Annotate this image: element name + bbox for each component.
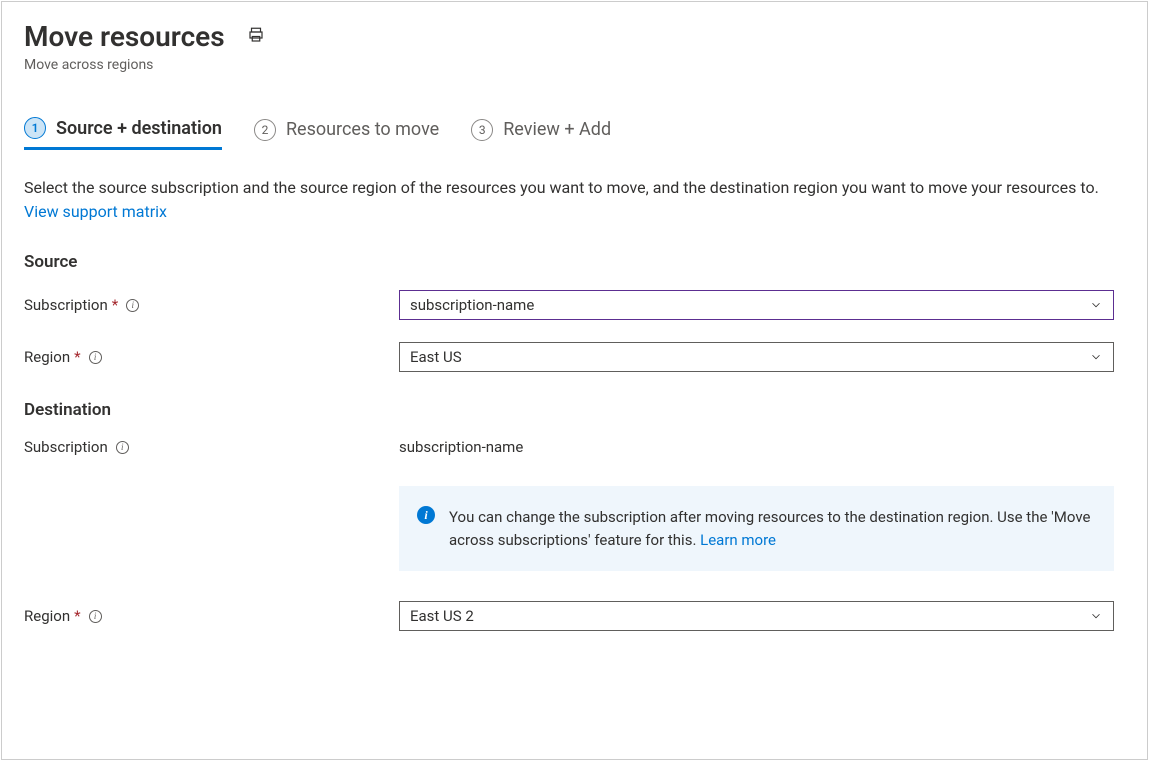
page-subtitle: Move across regions bbox=[24, 57, 1125, 73]
info-icon[interactable]: i bbox=[89, 351, 102, 364]
dropdown-value: East US 2 bbox=[410, 607, 474, 625]
tab-resources-to-move[interactable]: 2 Resources to move bbox=[254, 117, 439, 150]
label-text: Subscription bbox=[24, 438, 108, 456]
instruction-body: Select the source subscription and the s… bbox=[24, 178, 1099, 197]
tab-label: Source + destination bbox=[56, 118, 222, 139]
learn-more-link[interactable]: Learn more bbox=[700, 531, 776, 549]
label-text: Region bbox=[24, 607, 70, 625]
required-asterisk: * bbox=[74, 348, 80, 366]
view-support-matrix-link[interactable]: View support matrix bbox=[24, 202, 167, 221]
destination-heading: Destination bbox=[24, 400, 1125, 420]
move-resources-panel: Move resources Move across regions 1 Sou… bbox=[1, 1, 1148, 760]
tab-label: Resources to move bbox=[286, 119, 439, 140]
instruction-text: Select the source subscription and the s… bbox=[24, 176, 1114, 224]
page-title: Move resources bbox=[24, 20, 225, 53]
chevron-down-icon bbox=[1089, 298, 1103, 312]
title-row: Move resources bbox=[24, 20, 1125, 53]
info-circle-icon: i bbox=[417, 506, 435, 524]
source-subscription-row: Subscription * i subscription-name bbox=[24, 290, 1125, 320]
chevron-down-icon bbox=[1089, 609, 1103, 623]
source-region-row: Region * i East US bbox=[24, 342, 1125, 372]
destination-subscription-row: Subscription i subscription-name bbox=[24, 438, 1125, 456]
info-icon[interactable]: i bbox=[126, 299, 139, 312]
label-text: Region bbox=[24, 348, 70, 366]
field-label: Subscription * i bbox=[24, 296, 399, 314]
field-label: Subscription i bbox=[24, 438, 399, 456]
source-subscription-dropdown[interactable]: subscription-name bbox=[399, 290, 1114, 320]
dropdown-value: East US bbox=[410, 348, 462, 366]
required-asterisk: * bbox=[74, 607, 80, 625]
field-label: Region * i bbox=[24, 607, 399, 625]
destination-region-row: Region * i East US 2 bbox=[24, 601, 1125, 631]
infobox-body: You can change the subscription after mo… bbox=[449, 506, 1096, 551]
tab-review-add[interactable]: 3 Review + Add bbox=[471, 117, 611, 150]
dropdown-value: subscription-name bbox=[410, 296, 534, 314]
print-icon[interactable] bbox=[247, 26, 265, 48]
tab-number: 1 bbox=[24, 117, 46, 139]
destination-subscription-value: subscription-name bbox=[399, 438, 523, 456]
chevron-down-icon bbox=[1089, 350, 1103, 364]
tab-source-destination[interactable]: 1 Source + destination bbox=[24, 117, 222, 150]
tab-number: 3 bbox=[471, 119, 493, 141]
source-region-dropdown[interactable]: East US bbox=[399, 342, 1114, 372]
wizard-tabs: 1 Source + destination 2 Resources to mo… bbox=[24, 117, 1125, 150]
source-heading: Source bbox=[24, 252, 1125, 272]
label-text: Subscription bbox=[24, 296, 108, 314]
info-icon[interactable]: i bbox=[89, 610, 102, 623]
destination-region-dropdown[interactable]: East US 2 bbox=[399, 601, 1114, 631]
field-label: Region * i bbox=[24, 348, 399, 366]
required-asterisk: * bbox=[112, 296, 118, 314]
destination-info-box: i You can change the subscription after … bbox=[399, 486, 1114, 571]
tab-number: 2 bbox=[254, 119, 276, 141]
info-icon[interactable]: i bbox=[116, 441, 129, 454]
tab-label: Review + Add bbox=[503, 119, 611, 140]
